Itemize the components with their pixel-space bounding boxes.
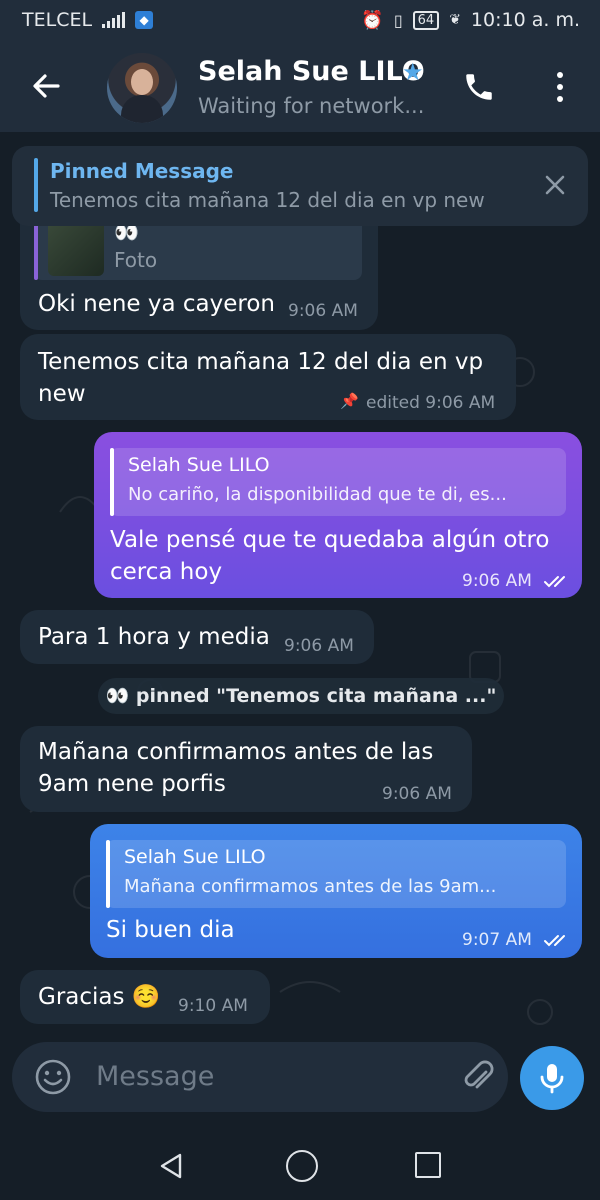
pinned-message-bar[interactable]: Pinned Message Tenemos cita mañana 12 de… xyxy=(12,146,588,226)
microphone-icon xyxy=(540,1064,564,1094)
more-options-icon[interactable] xyxy=(548,68,572,106)
pinned-text: Tenemos cita mañana 12 del dia en vp new xyxy=(50,188,485,212)
pinned-service-message: 👀 pinned "Tenemos cita mañana ..." xyxy=(98,678,504,714)
shield-icon: ◆ xyxy=(135,11,154,29)
phone-call-icon[interactable] xyxy=(462,70,496,104)
nav-back-icon[interactable] xyxy=(158,1152,184,1180)
message-time: 9:07 AM xyxy=(462,930,571,950)
message-bubble-outgoing[interactable]: Selah Sue LILO No cariño, la disponibili… xyxy=(94,432,582,598)
close-icon[interactable] xyxy=(544,174,566,196)
system-nav-bar xyxy=(0,1128,600,1200)
message-text: Oki nene ya cayeron xyxy=(38,291,276,317)
reply-author: Selah Sue LILO xyxy=(128,454,270,476)
pin-icon: 📌 xyxy=(340,392,359,410)
message-time: 9:06 AM xyxy=(462,571,571,591)
reply-text: Mañana confirmamos antes de las 9am... xyxy=(124,876,497,897)
message-text: Mañana confirmamos antes de las xyxy=(38,739,434,765)
message-text: 9am nene porfis xyxy=(38,771,226,797)
reply-author: Selah Sue LILO xyxy=(124,846,266,868)
message-text: Si buen dia xyxy=(106,917,235,943)
microphone-button[interactable] xyxy=(520,1046,584,1110)
clock-time: 10:10 a. m. xyxy=(470,9,580,31)
double-check-icon xyxy=(544,576,566,588)
message-bubble-outgoing[interactable]: Selah Sue LILO Mañana confirmamos antes … xyxy=(90,824,582,958)
message-time: 9:06 AM xyxy=(284,636,354,656)
message-composer: Message xyxy=(12,1042,508,1112)
message-time: 9:06 AM xyxy=(382,784,452,804)
nav-recents-icon[interactable] xyxy=(415,1152,441,1178)
message-text: Tenemos cita mañana 12 del dia en vp xyxy=(38,349,484,375)
chat-header: Selah Sue LILO ★ Waiting for network... xyxy=(0,40,600,132)
reply-preview: Selah Sue LILO No cariño, la disponibili… xyxy=(110,448,566,516)
message-text: Gracias ☺️ xyxy=(38,984,161,1010)
message-text: Para 1 hora y media xyxy=(38,624,270,650)
carrier-label: TELCEL xyxy=(22,9,93,31)
reply-text: No cariño, la disponibilidad que te di, … xyxy=(128,484,507,505)
message-bubble-incoming[interactable]: Mañana confirmamos antes de las 9am nene… xyxy=(20,726,472,812)
reply-label: Foto xyxy=(114,248,158,272)
connection-status: Waiting for network... xyxy=(198,94,425,118)
star-icon: ★ xyxy=(402,58,424,86)
emoji-icon[interactable] xyxy=(34,1058,72,1096)
alarm-icon: ⏰ xyxy=(361,9,384,31)
battery-icon: 64 xyxy=(412,10,440,30)
message-time: edited 9:06 AM xyxy=(366,393,496,413)
back-arrow-icon[interactable] xyxy=(28,68,64,104)
paperclip-icon[interactable] xyxy=(460,1058,496,1096)
reply-preview: Selah Sue LILO Mañana confirmamos antes … xyxy=(106,840,566,908)
vibrate-icon: ▯ xyxy=(393,10,403,30)
pinned-title: Pinned Message xyxy=(50,159,234,183)
signal-icon xyxy=(102,12,126,28)
message-text: Vale pensé que te quedaba algún otro xyxy=(110,527,550,553)
message-bubble-incoming[interactable]: Gracias ☺️ 9:10 AM xyxy=(20,970,270,1024)
message-bubble-incoming[interactable]: Tenemos cita mañana 12 del dia en vp new… xyxy=(20,334,516,420)
message-time: 9:10 AM xyxy=(178,996,248,1016)
message-time: 9:06 AM xyxy=(288,301,358,321)
double-check-icon xyxy=(544,935,566,947)
contact-name[interactable]: Selah Sue LILO xyxy=(198,56,425,87)
message-bubble-incoming[interactable]: Para 1 hora y media 9:06 AM xyxy=(20,610,374,664)
leaf-icon: ❦ xyxy=(449,12,461,28)
photo-thumbnail xyxy=(48,220,104,276)
status-bar: TELCEL ◆ ⏰ ▯ 64 ❦ 10:10 a. m. xyxy=(0,0,600,40)
message-input[interactable]: Message xyxy=(96,1061,214,1092)
avatar[interactable] xyxy=(107,53,177,123)
nav-home-icon[interactable] xyxy=(286,1150,318,1182)
